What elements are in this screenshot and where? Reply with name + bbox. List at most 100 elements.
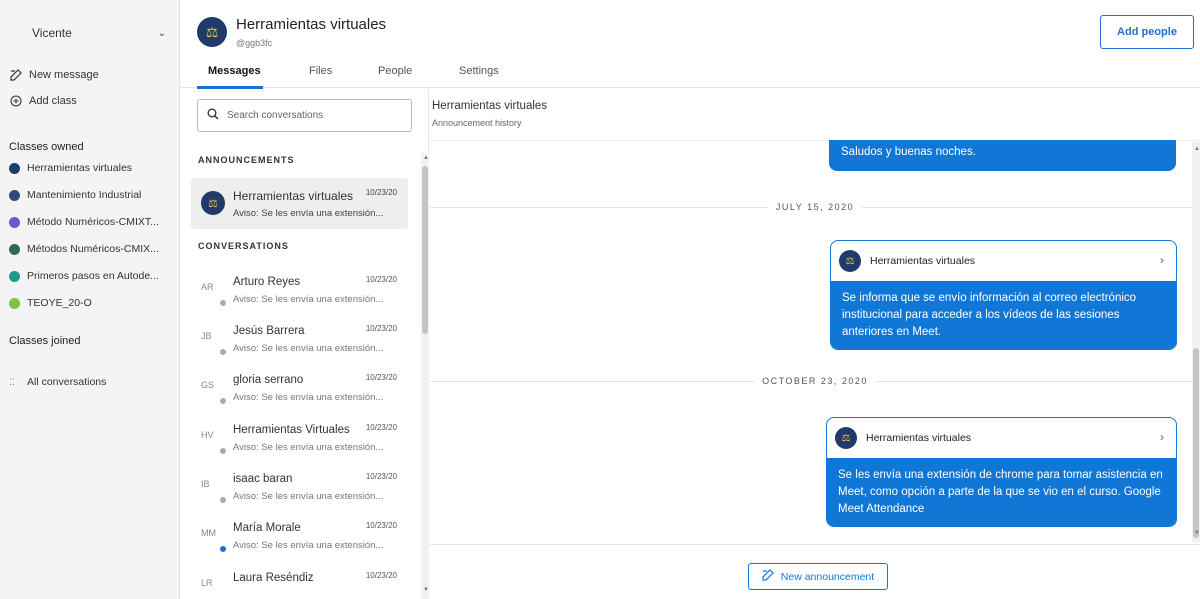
conversation-preview: Aviso: Se les envía una extensión... xyxy=(233,343,384,354)
history-subtitle: Announcement history xyxy=(432,118,522,128)
class-icon xyxy=(9,270,20,282)
conversation-preview: Aviso: Se les envía una extensión... xyxy=(233,540,384,551)
classes-joined-heading: Classes joined xyxy=(9,335,81,347)
conversation-item[interactable]: AR Arturo Reyes 10/23/20 Aviso: Se les e… xyxy=(191,270,408,318)
conversation-item[interactable]: JB Jesús Barrera 10/23/20 Aviso: Se les … xyxy=(191,319,408,367)
scroll-up-icon[interactable]: ▲ xyxy=(1194,146,1200,152)
card-message: Se les envía una extensión de chrome par… xyxy=(827,458,1176,526)
sidebar-class-item[interactable]: TEOYE_20-O xyxy=(9,297,92,309)
conversation-item[interactable]: LR Laura Reséndiz 10/23/20 xyxy=(191,566,408,599)
scales-icon: ⚖ xyxy=(201,191,225,215)
scales-icon: ⚖ xyxy=(835,427,857,449)
class-label: Herramientas virtuales xyxy=(27,162,133,174)
announcement-card[interactable]: ⚖ Herramientas virtuales › Se les envía … xyxy=(826,417,1177,527)
conversation-item[interactable]: IB isaac baran 10/23/20 Aviso: Se les en… xyxy=(191,467,408,515)
avatar-initials: LR xyxy=(201,578,213,588)
announcement-history-header: Herramientas virtuales Announcement hist… xyxy=(430,89,1200,141)
class-icon xyxy=(9,297,20,309)
tab-people[interactable]: People xyxy=(378,65,412,77)
conversation-preview: Aviso: Se les envía una extensión... xyxy=(233,392,384,403)
class-label: TEOYE_20-O xyxy=(27,297,92,309)
scroll-up-icon[interactable]: ▲ xyxy=(423,155,429,161)
status-badge xyxy=(218,446,228,456)
new-message-button[interactable]: New message xyxy=(9,69,99,81)
search-box[interactable] xyxy=(197,99,412,132)
feed-scroll-thumb[interactable] xyxy=(1193,348,1199,538)
class-label: Mantenimiento Industrial xyxy=(27,189,142,201)
announcement-name: Herramientas virtuales xyxy=(233,189,354,203)
conversation-name: Arturo Reyes xyxy=(233,276,301,288)
new-announcement-label: New announcement xyxy=(780,570,875,583)
sidebar-class-item[interactable]: Mantenimiento Industrial xyxy=(9,189,141,201)
sidebar-class-item[interactable]: Métodos Numéricos-CMIX... xyxy=(9,243,159,255)
search-input[interactable] xyxy=(227,110,387,121)
class-label: Método Numéricos-CMIXT... xyxy=(27,216,159,228)
add-circle-icon xyxy=(9,95,23,107)
sidebar-class-item[interactable]: Primeros pasos en Autode... xyxy=(9,270,159,282)
conversation-name: gloria serrano xyxy=(233,374,304,386)
conversation-date: 10/23/20 xyxy=(365,521,397,530)
chevron-down-icon: ⌄ xyxy=(157,27,166,39)
conversation-preview: Aviso: Se les envía una extensión... xyxy=(233,491,384,502)
compose-icon xyxy=(9,69,23,81)
avatar-initials: MM xyxy=(201,528,216,538)
conversation-list-scroll-thumb[interactable] xyxy=(422,166,428,334)
message-bubble: Saludos y buenas noches. xyxy=(829,140,1176,171)
avatar-initials: HV xyxy=(201,430,214,440)
new-announcement-button[interactable]: New announcement xyxy=(748,563,888,590)
user-selector[interactable]: Vicente ⌄ xyxy=(0,14,180,52)
user-name: Vicente xyxy=(32,26,72,40)
conversation-item[interactable]: GS gloria serrano 10/23/20 Aviso: Se les… xyxy=(191,368,408,416)
conversation-name: María Morale xyxy=(233,522,301,534)
card-header[interactable]: ⚖ Herramientas virtuales › xyxy=(831,241,1176,281)
conversation-date: 10/23/20 xyxy=(365,373,397,382)
conversations-heading: CONVERSATIONS xyxy=(198,241,289,251)
conversation-name: Laura Reséndiz xyxy=(233,572,314,584)
class-header: ⚖ Herramientas virtuales @ggb3fc Add peo… xyxy=(180,0,1200,89)
conversation-date: 10/23/20 xyxy=(365,275,397,284)
announcement-date: 10/23/20 xyxy=(365,188,397,197)
add-people-button[interactable]: Add people xyxy=(1100,15,1194,49)
class-label: Primeros pasos en Autode... xyxy=(27,270,159,282)
status-badge xyxy=(218,495,228,505)
conversation-date: 10/23/20 xyxy=(365,324,397,333)
scroll-down-icon[interactable]: ▼ xyxy=(423,587,429,593)
tab-messages[interactable]: Messages xyxy=(208,65,261,77)
all-conversations-link[interactable]: ⁚⁚ All conversations xyxy=(9,376,106,388)
sidebar-class-item[interactable]: Método Numéricos-CMIXT... xyxy=(9,216,159,228)
conversation-name: Jesús Barrera xyxy=(233,325,305,337)
conversation-item[interactable]: HV Herramientas Virtuales 10/23/20 Aviso… xyxy=(191,418,408,466)
class-icon xyxy=(9,216,20,228)
avatar-initials: GS xyxy=(201,380,215,390)
feed-footer: New announcement xyxy=(430,544,1200,599)
tab-files[interactable]: Files xyxy=(309,65,332,77)
add-class-label: Add class xyxy=(29,95,77,107)
tab-settings[interactable]: Settings xyxy=(459,65,499,77)
conversation-preview: Aviso: Se les envía una extensión... xyxy=(233,442,384,453)
scroll-down-icon[interactable]: ▼ xyxy=(1194,530,1200,536)
chevron-right-icon[interactable]: › xyxy=(1160,430,1164,444)
status-badge xyxy=(218,347,228,357)
chevron-right-icon[interactable]: › xyxy=(1160,253,1164,267)
date-separator-label: OCTOBER 23, 2020 xyxy=(754,376,876,386)
sidebar-class-item[interactable]: Herramientas virtuales xyxy=(9,162,132,174)
history-title: Herramientas virtuales xyxy=(432,100,548,112)
conversation-name: isaac baran xyxy=(233,473,293,485)
status-badge xyxy=(218,298,228,308)
search-icon xyxy=(207,108,219,123)
date-separator: OCTOBER 23, 2020 xyxy=(430,375,1200,387)
scales-icon: ⚖ xyxy=(197,17,227,47)
avatar-initials: IB xyxy=(201,479,210,489)
card-header[interactable]: ⚖ Herramientas virtuales › xyxy=(827,418,1176,458)
date-separator: JULY 15, 2020 xyxy=(430,201,1200,213)
conversation-date: 10/23/20 xyxy=(365,571,397,580)
class-code: @ggb3fc xyxy=(236,38,273,48)
class-title: Herramientas virtuales xyxy=(236,16,387,33)
announcement-card[interactable]: ⚖ Herramientas virtuales › Se informa qu… xyxy=(830,240,1177,350)
conversation-list-panel: ANNOUNCEMENTS ⚖ Herramientas virtuales 1… xyxy=(180,89,429,599)
conversation-item[interactable]: MM María Morale 10/23/20 Aviso: Se les e… xyxy=(191,516,408,564)
add-class-button[interactable]: Add class xyxy=(9,95,77,107)
avatar-initials: JB xyxy=(201,331,212,341)
announcement-item[interactable]: ⚖ Herramientas virtuales 10/23/20 Aviso:… xyxy=(191,178,408,229)
card-author: Herramientas virtuales xyxy=(870,255,976,267)
